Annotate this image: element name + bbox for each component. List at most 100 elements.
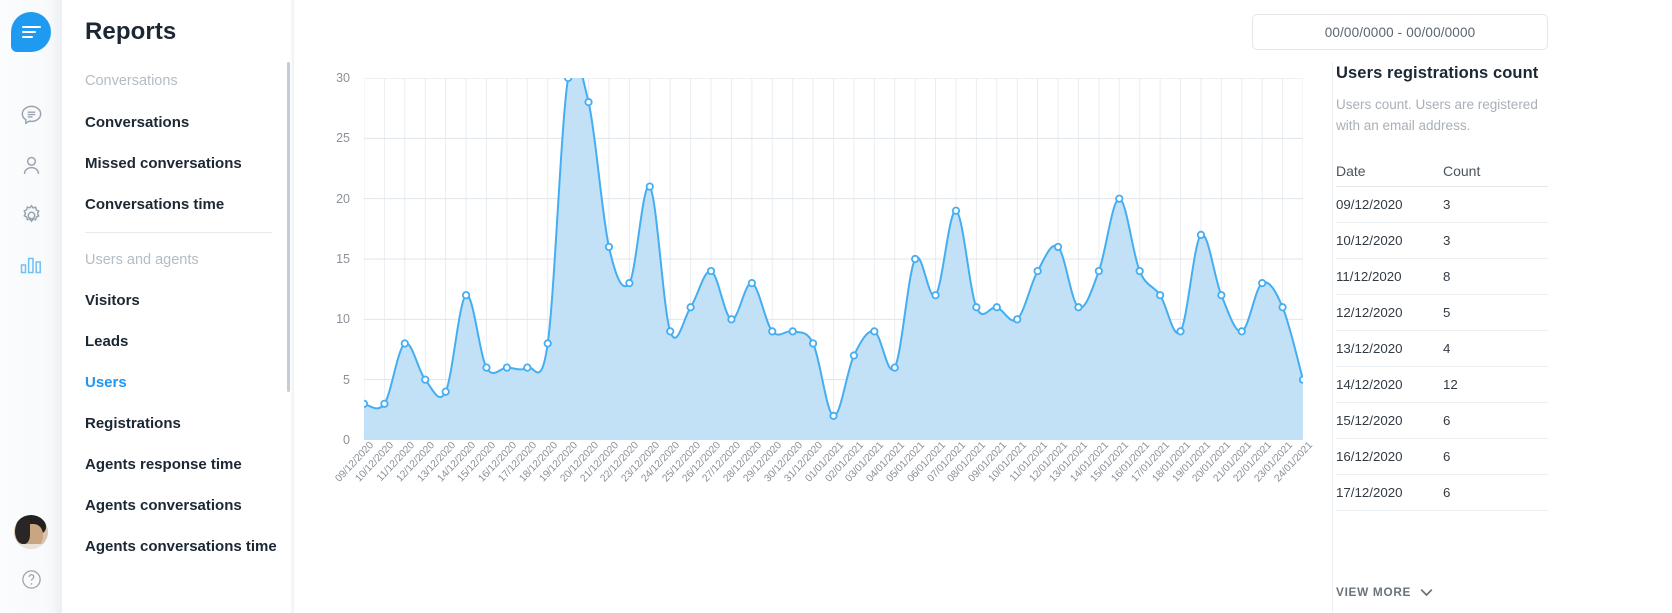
chart-point[interactable]	[584, 98, 593, 107]
chart-x-axis: 09/12/2020 10/12/2020 11/12/2020 12/12/2020…	[334, 440, 1316, 502]
chart-point[interactable]	[441, 387, 450, 396]
panel-title: Users registrations count	[1336, 64, 1539, 82]
view-more-label: VIEW MORE	[1336, 585, 1412, 599]
chart-point[interactable]	[564, 78, 573, 83]
chart-point[interactable]	[1298, 375, 1303, 384]
chart-point[interactable]	[1053, 242, 1063, 252]
nav-item-conversations[interactable]: Conversations	[84, 115, 294, 130]
nav-item-agents-response-time[interactable]: Agents response time	[84, 457, 294, 472]
chart-point[interactable]	[1033, 266, 1042, 276]
nav-item-conversations-time[interactable]: Conversations time	[84, 197, 294, 212]
cell-date: 17/12/2020	[1336, 484, 1403, 500]
chart-point[interactable]	[1176, 327, 1185, 336]
chevron-down-icon	[1420, 588, 1433, 596]
cell-count: 3	[1443, 232, 1451, 248]
users-registrations-chart: 0 5 10 15 20 25 30 09/12/2020 10/12/2020 11/12/2…	[318, 62, 1316, 502]
chart-point[interactable]	[747, 279, 756, 288]
chart-point[interactable]	[523, 363, 532, 372]
conversations-icon[interactable]	[11, 95, 51, 135]
chart-point[interactable]	[625, 279, 634, 288]
nav-edge-shadow	[290, 0, 294, 613]
chart-point[interactable]	[788, 327, 797, 336]
chart-point[interactable]	[951, 206, 961, 215]
table-header-row: Date Count	[1336, 157, 1548, 187]
date-range-picker[interactable]: 00/00/0000 - 00/00/0000	[1252, 14, 1548, 50]
chart-point[interactable]	[604, 242, 614, 252]
chart-point[interactable]	[666, 327, 675, 336]
chart-point[interactable]	[364, 399, 369, 408]
y-tick-label: 0	[343, 433, 350, 447]
table-row: 10/12/2020 3	[1336, 223, 1548, 259]
app-logo[interactable]	[11, 12, 51, 52]
contacts-icon[interactable]	[11, 145, 51, 185]
cell-count: 8	[1443, 268, 1451, 284]
settings-gear-icon[interactable]	[11, 195, 51, 235]
chart-svg[interactable]	[364, 78, 1303, 440]
nav-item-registrations[interactable]: Registrations	[84, 416, 294, 431]
y-tick-label: 25	[336, 131, 350, 146]
chart-point[interactable]	[727, 315, 736, 324]
table-row: 13/12/2020 4	[1336, 331, 1548, 367]
chart-point[interactable]	[1074, 303, 1083, 312]
chart-point[interactable]	[870, 327, 879, 336]
table-row: 17/12/2020 6	[1336, 475, 1548, 511]
chart-point[interactable]	[1115, 194, 1124, 203]
table-row: 16/12/2020 6	[1336, 439, 1548, 475]
y-tick-label: 5	[343, 372, 350, 387]
view-more-button[interactable]: VIEW MORE	[1336, 585, 1433, 599]
avatar-hair-side	[15, 520, 30, 544]
nav-groups: Conversations Conversations Missed conve…	[84, 74, 294, 554]
nav-item-leads[interactable]: Leads	[84, 334, 294, 349]
chart-point[interactable]	[482, 363, 491, 372]
nav-item-agents-conversations[interactable]: Agents conversations	[84, 498, 294, 513]
chart-point[interactable]	[1217, 291, 1226, 300]
chart-point[interactable]	[849, 351, 859, 360]
cell-date: 13/12/2020	[1336, 340, 1403, 356]
chart-point[interactable]	[645, 182, 654, 191]
chart-point[interactable]	[543, 339, 552, 348]
icon-rail	[0, 0, 62, 613]
chart-point[interactable]	[911, 254, 920, 264]
nav-item-missed-conversations[interactable]: Missed conversations	[84, 156, 294, 171]
cell-date: 09/12/2020	[1336, 196, 1403, 212]
chart-point[interactable]	[1156, 291, 1165, 300]
chart-point[interactable]	[461, 291, 471, 300]
chart-point[interactable]	[768, 327, 777, 336]
table-row: 14/12/2020 12	[1336, 367, 1548, 403]
chart-point[interactable]	[706, 266, 716, 276]
cell-count: 6	[1443, 412, 1451, 428]
cell-date: 12/12/2020	[1336, 304, 1403, 320]
chart-point[interactable]	[1258, 279, 1267, 288]
chart-y-axis: 0 5 10 15 20 25 30	[318, 71, 358, 447]
chart-point[interactable]	[421, 375, 430, 384]
chart-point[interactable]	[1135, 266, 1144, 276]
chart-point[interactable]	[1196, 230, 1206, 239]
help-circle-icon[interactable]	[11, 559, 51, 599]
chart-point[interactable]	[400, 339, 409, 348]
column-header-date: Date	[1336, 163, 1366, 180]
cell-date: 10/12/2020	[1336, 232, 1403, 248]
chart-point[interactable]	[829, 411, 838, 420]
cell-date: 11/12/2020	[1336, 268, 1402, 284]
chart-point[interactable]	[972, 303, 981, 312]
chart-point[interactable]	[1013, 315, 1022, 324]
nav-group-label-conversations: Conversations	[85, 73, 178, 89]
chart-point[interactable]	[1237, 327, 1246, 336]
panel-divider	[1332, 62, 1333, 613]
chart-point[interactable]	[890, 363, 899, 372]
chart-point[interactable]	[931, 291, 940, 300]
chart-point[interactable]	[1278, 303, 1287, 312]
cell-count: 6	[1443, 448, 1451, 464]
user-avatar[interactable]	[14, 515, 48, 549]
nav-item-visitors[interactable]: Visitors	[84, 293, 294, 308]
nav-item-agents-conversations-time[interactable]: Agents conversations time	[84, 539, 294, 554]
chart-point[interactable]	[1094, 266, 1103, 276]
reports-bar-chart-icon[interactable]	[11, 245, 51, 285]
chart-point[interactable]	[992, 303, 1001, 312]
chart-point[interactable]	[686, 303, 695, 312]
reports-nav: Reports Conversations Conversations Miss…	[62, 0, 294, 613]
chart-point[interactable]	[380, 399, 389, 408]
nav-item-users[interactable]: Users	[84, 375, 294, 390]
chart-point[interactable]	[502, 363, 511, 372]
chart-point[interactable]	[808, 339, 818, 348]
